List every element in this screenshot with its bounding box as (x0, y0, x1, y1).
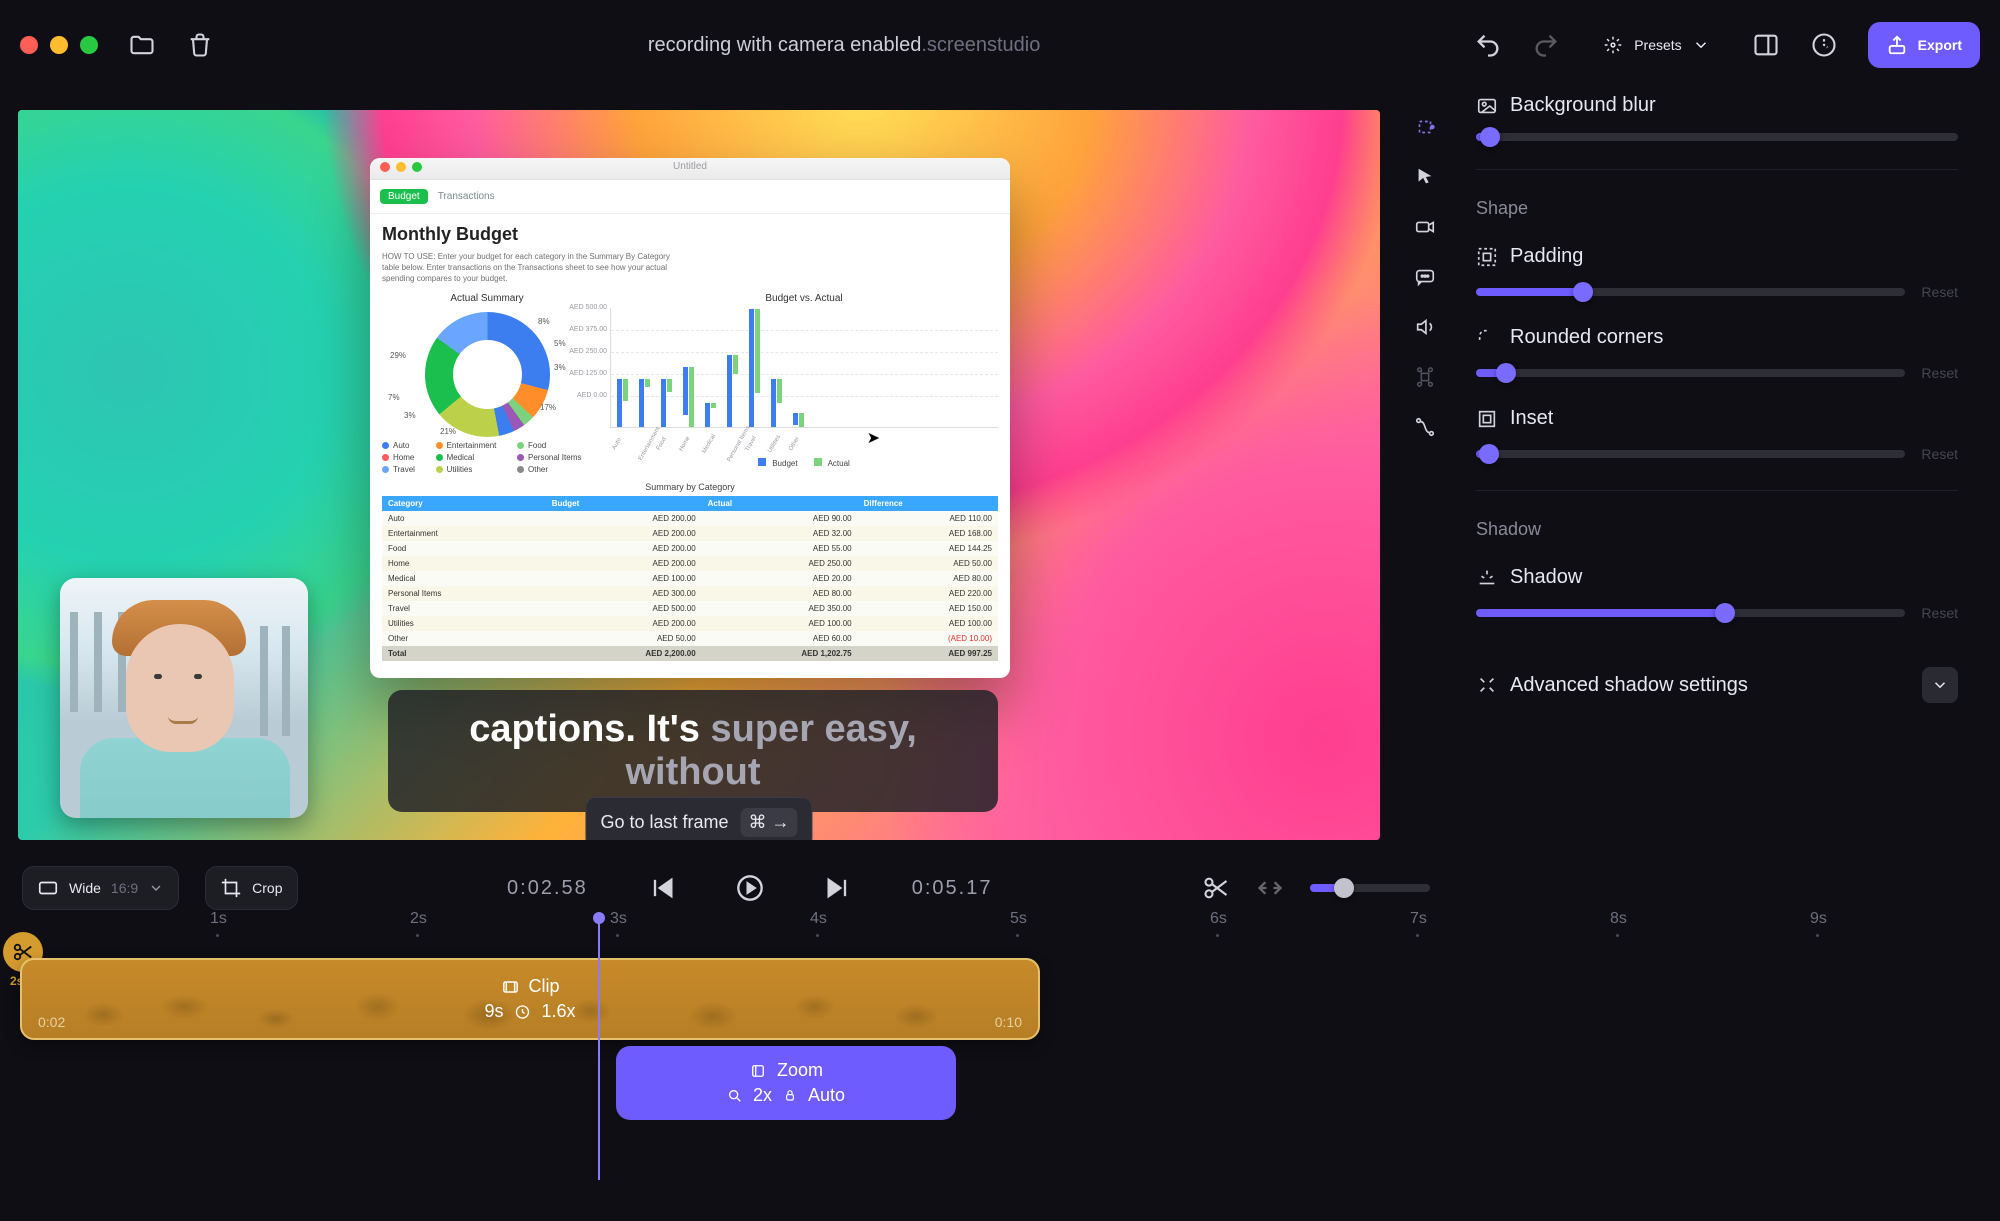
inset-slider[interactable] (1476, 450, 1905, 458)
scissors-icon[interactable] (1202, 874, 1230, 902)
playhead[interactable] (598, 920, 600, 1180)
advanced-expand[interactable] (1922, 667, 1958, 703)
padding-icon (1476, 246, 1498, 268)
donut-chart (425, 312, 550, 437)
curve-tool-icon[interactable] (1414, 416, 1436, 438)
recording-window: Untitled Budget Transactions Monthly Bud… (370, 158, 1010, 678)
inset-reset[interactable]: Reset (1921, 446, 1958, 462)
redo-icon[interactable] (1532, 31, 1560, 59)
donut-legend: Auto Entertainment Food Home Medical Per… (382, 441, 592, 474)
time-current: 0:02.58 (507, 877, 588, 900)
bg-blur-label: Background blur (1510, 94, 1656, 117)
shadow-icon (1476, 567, 1498, 589)
captions-tool-icon[interactable] (1414, 266, 1436, 288)
prev-frame-icon[interactable] (648, 874, 676, 902)
go-to-last-frame-tooltip: Go to last frame ⌘ → (585, 797, 812, 840)
section-shape: Shape (1476, 198, 1958, 219)
advanced-icon (1476, 674, 1498, 696)
shadow-slider[interactable] (1476, 609, 1905, 617)
padding-reset[interactable]: Reset (1921, 284, 1958, 300)
shadow-label: Shadow (1510, 566, 1582, 589)
undo-icon[interactable] (1474, 31, 1502, 59)
bg-blur-slider[interactable] (1476, 133, 1958, 141)
advanced-label: Advanced shadow settings (1510, 674, 1748, 697)
preview-canvas[interactable]: Untitled Budget Transactions Monthly Bud… (18, 110, 1380, 840)
crop-button[interactable]: Crop (205, 866, 297, 910)
inset-icon (1476, 408, 1498, 430)
shadow-reset[interactable]: Reset (1921, 605, 1958, 621)
aspect-ratio-button[interactable]: Wide 16:9 (22, 866, 179, 910)
rounded-label: Rounded corners (1510, 326, 1663, 349)
play-icon[interactable] (736, 874, 764, 902)
summary-table: Category Budget Actual Difference AutoAE… (382, 496, 998, 661)
image-icon (1476, 95, 1498, 117)
caption-overlay: captions. It's super easy, without (388, 690, 998, 812)
bar-chart: AED 500.00 AED 375.00 AED 250.00 AED 125… (610, 308, 998, 428)
stretch-icon[interactable] (1256, 874, 1284, 902)
trash-icon[interactable] (186, 31, 214, 59)
audio-tool-icon[interactable] (1414, 316, 1436, 338)
padding-label: Padding (1510, 245, 1583, 268)
presets-dropdown[interactable]: Presets (1590, 26, 1721, 64)
rounded-reset[interactable]: Reset (1921, 365, 1958, 381)
inset-label: Inset (1510, 407, 1553, 430)
padding-slider[interactable] (1476, 288, 1905, 296)
export-button[interactable]: Export (1868, 22, 1980, 68)
clock-icon[interactable] (1810, 31, 1838, 59)
sheet-title: Monthly Budget (382, 224, 998, 245)
bar-legend: Budget Actual (610, 458, 998, 468)
mouse-cursor-icon: ➤ (867, 428, 880, 448)
cursor-tool-icon[interactable] (1414, 166, 1436, 188)
document-title: recording with camera enabled.screenstud… (214, 34, 1474, 57)
shortcut-cmd-icon[interactable] (1414, 366, 1436, 388)
timeline-zoom-slider[interactable] (1310, 884, 1430, 892)
section-shadow: Shadow (1476, 519, 1958, 540)
timeline-ruler[interactable]: 1s2s3s4s5s6s7s8s9s10s (0, 910, 2000, 940)
layout-icon[interactable] (1752, 31, 1780, 59)
window-controls[interactable] (20, 36, 98, 54)
clip-segment[interactable]: 0:02 0:10 Clip 9s 1.6x (20, 958, 1040, 1040)
time-duration: 0:05.17 (912, 877, 993, 900)
frame-tool-icon[interactable] (1414, 116, 1436, 138)
inspector-panel[interactable]: Background blur Shape Padding (1470, 90, 1982, 840)
zoom-segment[interactable]: Zoom 2x Auto (616, 1046, 956, 1120)
folder-icon[interactable] (128, 31, 156, 59)
rounded-slider[interactable] (1476, 369, 1905, 377)
camera-tool-icon[interactable] (1414, 216, 1436, 238)
camera-pip[interactable] (60, 578, 308, 818)
corner-radius-icon (1476, 327, 1498, 349)
next-frame-icon[interactable] (824, 874, 852, 902)
